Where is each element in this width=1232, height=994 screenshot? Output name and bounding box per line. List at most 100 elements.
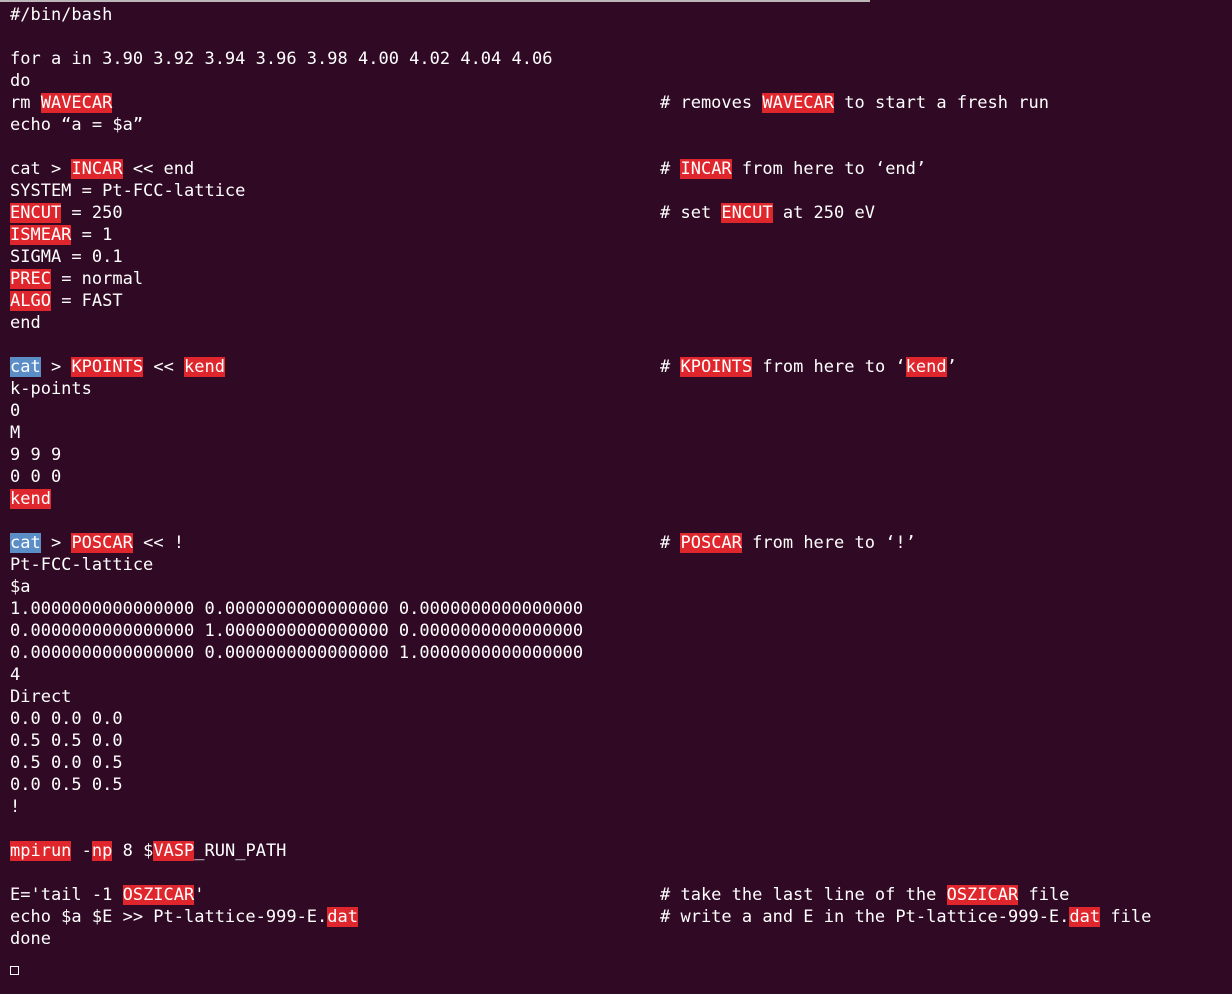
editor-line: Direct bbox=[10, 686, 1232, 708]
editor-line: PREC = normal bbox=[10, 268, 1232, 290]
editor-line: SYSTEM = Pt-FCC-lattice bbox=[10, 180, 1232, 202]
editor-line: ISMEAR = 1 bbox=[10, 224, 1232, 246]
code-comment: # set ENCUT at 250 eV bbox=[660, 203, 875, 223]
editor-line: done bbox=[10, 928, 1232, 950]
code-text: PREC = normal bbox=[10, 269, 144, 289]
code-text: $a bbox=[10, 577, 31, 597]
search-highlight: np bbox=[91, 841, 113, 861]
editor-line: 9 9 9 bbox=[10, 444, 1232, 466]
search-highlight: dat bbox=[327, 907, 358, 927]
editor-line: 0.0 0.5 0.5 bbox=[10, 774, 1232, 796]
code-text: 0 0 0 bbox=[10, 467, 62, 487]
code-text: do bbox=[10, 71, 31, 91]
code-text: k-points bbox=[10, 379, 92, 399]
editor-line-empty bbox=[10, 510, 1232, 532]
code-comment: # take the last line of the OSZICAR file bbox=[660, 885, 1070, 905]
code-comment: # POSCAR from here to ‘!’ bbox=[660, 533, 916, 553]
editor-line: end bbox=[10, 312, 1232, 334]
visual-selection: cat bbox=[10, 533, 41, 553]
code-text: mpirun -np 8 $VASP_RUN_PATH bbox=[10, 841, 287, 861]
code-text: cat > KPOINTS << kend bbox=[10, 357, 225, 377]
code-text: ENCUT = 250 bbox=[10, 203, 123, 223]
code-comment: # INCAR from here to ‘end’ bbox=[660, 159, 927, 179]
editor-line-empty bbox=[10, 862, 1232, 884]
search-highlight: ISMEAR bbox=[10, 225, 72, 245]
editor-line: 0.5 0.0 0.5 bbox=[10, 752, 1232, 774]
code-text: 0.0 0.0 0.0 bbox=[10, 709, 123, 729]
search-highlight: PREC bbox=[10, 269, 51, 289]
terminal-editor[interactable]: #/bin/bash for a in 3.90 3.92 3.94 3.96 … bbox=[10, 4, 1232, 964]
search-highlight: KPOINTS bbox=[680, 357, 753, 377]
visual-selection: cat bbox=[10, 357, 41, 377]
code-text: 1.0000000000000000 0.0000000000000000 0.… bbox=[10, 599, 584, 619]
code-text: Pt-FCC-lattice bbox=[10, 555, 154, 575]
search-highlight: POSCAR bbox=[71, 533, 133, 553]
code-text: echo “a = $a” bbox=[10, 115, 144, 135]
editor-line: mpirun -np 8 $VASP_RUN_PATH bbox=[10, 840, 1232, 862]
search-highlight: OSZICAR bbox=[946, 885, 1019, 905]
search-highlight: kend bbox=[184, 357, 225, 377]
editor-line: 0.0 0.0 0.0 bbox=[10, 708, 1232, 730]
code-text: SIGMA = 0.1 bbox=[10, 247, 123, 267]
code-text: 0.0 0.5 0.5 bbox=[10, 775, 123, 795]
search-highlight: kend bbox=[905, 357, 947, 377]
editor-line: Pt-FCC-lattice bbox=[10, 554, 1232, 576]
editor-line: E='tail -1 OSZICAR' # take the last line… bbox=[10, 884, 1232, 906]
code-text: #/bin/bash bbox=[10, 5, 113, 25]
search-highlight: POSCAR bbox=[680, 533, 742, 553]
editor-line: 0 bbox=[10, 400, 1232, 422]
search-highlight: KPOINTS bbox=[71, 357, 144, 377]
search-highlight: kend bbox=[10, 489, 51, 509]
search-highlight: mpirun bbox=[10, 841, 72, 861]
text-cursor bbox=[10, 966, 19, 975]
code-comment: # KPOINTS from here to ‘kend’ bbox=[660, 357, 957, 377]
editor-line-empty bbox=[10, 136, 1232, 158]
code-text: Direct bbox=[10, 687, 72, 707]
editor-line: #/bin/bash bbox=[10, 4, 1232, 26]
editor-line: for a in 3.90 3.92 3.94 3.96 3.98 4.00 4… bbox=[10, 48, 1232, 70]
editor-line: k-points bbox=[10, 378, 1232, 400]
editor-line: do bbox=[10, 70, 1232, 92]
editor-line: echo “a = $a” bbox=[10, 114, 1232, 136]
editor-line-empty bbox=[10, 26, 1232, 48]
editor-line: SIGMA = 0.1 bbox=[10, 246, 1232, 268]
search-highlight: INCAR bbox=[71, 159, 123, 179]
search-highlight: INCAR bbox=[680, 159, 732, 179]
code-text: 0.0000000000000000 0.0000000000000000 1.… bbox=[10, 643, 584, 663]
editor-line: cat > POSCAR << ! # POSCAR from here to … bbox=[10, 532, 1232, 554]
editor-line: 1.0000000000000000 0.0000000000000000 0.… bbox=[10, 598, 1232, 620]
editor-line: ENCUT = 250 # set ENCUT at 250 eV bbox=[10, 202, 1232, 224]
search-highlight: VASP bbox=[153, 841, 195, 861]
code-text: ALGO = FAST bbox=[10, 291, 123, 311]
code-comment: # removes WAVECAR to start a fresh run bbox=[660, 93, 1049, 113]
editor-line: 0 0 0 bbox=[10, 466, 1232, 488]
code-text: ISMEAR = 1 bbox=[10, 225, 113, 245]
code-text: cat > INCAR << end bbox=[10, 159, 195, 179]
search-highlight: ALGO bbox=[10, 291, 51, 311]
editor-line: $a bbox=[10, 576, 1232, 598]
search-highlight: WAVECAR bbox=[762, 93, 835, 113]
editor-line: echo $a $E >> Pt-lattice-999-E.dat # wri… bbox=[10, 906, 1232, 928]
code-comment: # write a and E in the Pt-lattice-999-E.… bbox=[660, 907, 1152, 927]
code-text: M bbox=[10, 423, 21, 443]
code-text: 0.5 0.5 0.0 bbox=[10, 731, 123, 751]
search-highlight: ENCUT bbox=[721, 203, 773, 223]
editor-line: cat > KPOINTS << kend # KPOINTS from her… bbox=[10, 356, 1232, 378]
editor-line: kend bbox=[10, 488, 1232, 510]
editor-line: cat > INCAR << end # INCAR from here to … bbox=[10, 158, 1232, 180]
search-highlight: OSZICAR bbox=[122, 885, 195, 905]
editor-line: ! bbox=[10, 796, 1232, 818]
code-text: 4 bbox=[10, 665, 21, 685]
code-text: echo $a $E >> Pt-lattice-999-E.dat bbox=[10, 907, 358, 927]
code-text: 0.5 0.0 0.5 bbox=[10, 753, 123, 773]
code-text: rm WAVECAR bbox=[10, 93, 113, 113]
code-text: 0.0000000000000000 1.0000000000000000 0.… bbox=[10, 621, 584, 641]
editor-line: 0.5 0.5 0.0 bbox=[10, 730, 1232, 752]
window-top-border bbox=[0, 0, 870, 2]
editor-line: 4 bbox=[10, 664, 1232, 686]
editor-line-empty bbox=[10, 818, 1232, 840]
code-text: for a in 3.90 3.92 3.94 3.96 3.98 4.00 4… bbox=[10, 49, 553, 69]
code-text: done bbox=[10, 929, 51, 949]
code-text: ! bbox=[10, 797, 21, 817]
editor-line: M bbox=[10, 422, 1232, 444]
